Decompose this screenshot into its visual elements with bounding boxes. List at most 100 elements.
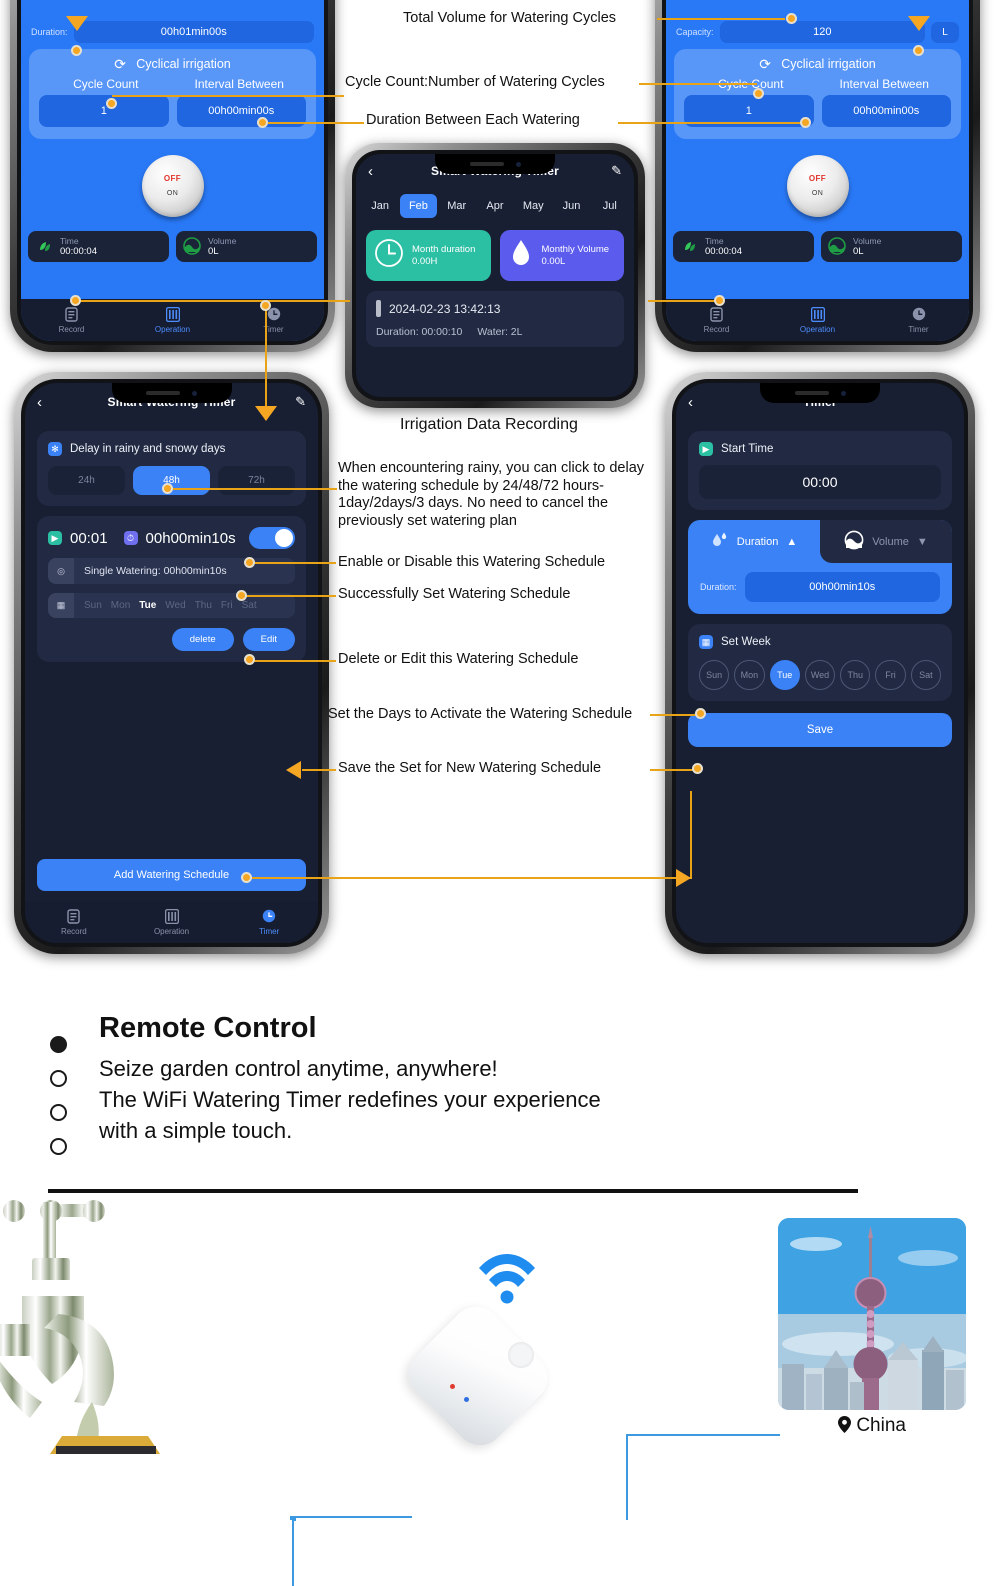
callout-line-a9-left — [302, 769, 336, 771]
month-duration-value: 0.00H — [412, 255, 438, 267]
callout-dot-save — [692, 763, 703, 774]
tab-operation-label: Operation — [153, 927, 190, 936]
week-wed[interactable]: Wed — [804, 660, 836, 691]
hub-led-blue — [464, 1397, 469, 1402]
month-feb[interactable]: Feb — [400, 194, 437, 218]
arrow-down-to-timer-screen — [255, 406, 277, 421]
tab-timer[interactable]: Timer — [223, 306, 324, 334]
delay-option-24h[interactable]: 24h — [48, 466, 125, 495]
power-knob[interactable]: OFF ON — [786, 154, 849, 217]
month-jan[interactable]: Jan — [362, 194, 398, 218]
duration-value[interactable]: 00h00min10s — [744, 572, 940, 602]
delete-button[interactable]: delete — [171, 628, 234, 651]
tab-record[interactable]: Record — [666, 306, 767, 334]
calendar-icon: ▦ — [699, 635, 713, 649]
stat-volume-value: 0L — [208, 245, 219, 257]
summary-row: Month duration 0.00H Monthly Volume 0.00… — [356, 224, 634, 281]
tab-operation[interactable]: Operation — [767, 306, 868, 334]
tabbar: Record Operation Timer — [666, 299, 969, 341]
tab-record[interactable]: Record — [21, 306, 122, 334]
cyclical-irrigation-card: Cyclical irrigation Cycle Count Interval… — [29, 49, 316, 139]
record-icon — [666, 306, 767, 322]
record-detail: Duration: 00:00:10 Water: 2L — [376, 326, 614, 338]
tab-volume[interactable]: Volume ▼ — [820, 520, 952, 563]
week-fri[interactable]: Fri — [875, 660, 906, 691]
capacity-label: Capacity: — [676, 27, 714, 37]
callout-dot-cycle-count-right — [753, 88, 764, 99]
month-jul[interactable]: Jul — [592, 194, 628, 218]
callout-line-a5 — [252, 562, 336, 564]
month-apr[interactable]: Apr — [477, 194, 513, 218]
week-thu[interactable]: Thu — [840, 660, 871, 691]
schedule-toggle[interactable] — [249, 527, 295, 549]
water-drop-icon — [508, 238, 534, 273]
toggle-knob — [275, 529, 293, 547]
rain-delay-title-row: ✻ Delay in rainy and snowy days — [48, 442, 295, 456]
timer-icon — [220, 908, 318, 924]
day-mon: Mon — [110, 600, 131, 611]
connector-hub-left-v — [292, 1516, 294, 1586]
annotation-delete-edit: Delete or Edit this Watering Schedule — [338, 651, 579, 667]
record-entry: 2024-02-23 13:42:13 Duration: 00:00:10 W… — [366, 291, 624, 347]
stat-row: Time 00:00:04 Volume 0L — [21, 230, 324, 262]
power-knob-wrap: OFF ON — [21, 139, 324, 231]
interval-value[interactable]: 00h00min00s — [821, 94, 951, 127]
knob-on-label: ON — [166, 190, 179, 198]
tab-timer[interactable]: Timer — [868, 306, 969, 334]
month-mar[interactable]: Mar — [439, 194, 475, 218]
add-watering-schedule-button[interactable]: Add Watering Schedule — [37, 859, 306, 891]
duration-body: Duration: 00h00min10s — [688, 563, 952, 614]
record-water: Water: 2L — [477, 326, 523, 338]
duration-value[interactable]: 00h01min00s — [73, 21, 314, 43]
tab-duration-label: Duration — [736, 535, 779, 548]
set-week-title-row: ▦ Set Week — [699, 635, 941, 649]
capacity-value[interactable]: 120 — [719, 21, 925, 43]
start-time-value[interactable]: 00:00 — [699, 465, 941, 499]
section-body-line2: The WiFi Watering Timer redefines your e… — [99, 1087, 601, 1113]
callout-line-add-vertical — [690, 791, 692, 879]
water-circle-icon — [182, 236, 202, 256]
front-camera — [515, 161, 521, 167]
caption-irrigation-data: Irrigation Data Recording — [400, 416, 578, 433]
callout-dot-right-cyclical — [913, 45, 924, 56]
wifi-icon — [475, 1252, 539, 1304]
section-body-line3: with a simple touch. — [99, 1118, 293, 1144]
water-circle-icon — [827, 236, 847, 256]
tab-duration[interactable]: Duration ▲ — [688, 520, 820, 563]
chevron-up-icon: ▲ — [786, 535, 798, 548]
timer-edit-screen: ‹ Timer ▶ Start Time 00:00 Duration — [676, 383, 964, 943]
month-may[interactable]: May — [515, 194, 551, 218]
month-jun[interactable]: Jun — [553, 194, 589, 218]
callout-line-a1 — [657, 18, 785, 20]
stat-time-label: Time — [60, 235, 79, 246]
week-sat[interactable]: Sat — [910, 660, 941, 691]
tab-timer[interactable]: Timer — [220, 908, 318, 936]
stat-time-value: 00:00:04 — [705, 245, 742, 257]
stat-volume-label: Volume — [208, 235, 237, 246]
week-tue[interactable]: Tue — [769, 660, 800, 691]
cyclical-header: Cyclical irrigation — [39, 57, 306, 71]
front-camera — [840, 390, 846, 396]
week-sun[interactable]: Sun — [699, 660, 730, 691]
tab-operation[interactable]: Operation — [122, 306, 223, 334]
power-knob[interactable]: OFF ON — [141, 154, 204, 217]
cyclical-title: Cyclical irrigation — [781, 57, 876, 71]
save-button[interactable]: Save — [688, 713, 952, 748]
speaker-slot — [469, 162, 504, 166]
faucet-image — [0, 1196, 211, 1462]
week-mon[interactable]: Mon — [734, 660, 765, 691]
cycle-count-value[interactable]: 1 — [39, 94, 169, 127]
rain-delay-panel: ✻ Delay in rainy and snowy days 24h 48h … — [37, 431, 306, 506]
record-icon — [25, 908, 123, 924]
delay-option-72h[interactable]: 72h — [218, 466, 295, 495]
bullet-4 — [50, 1138, 67, 1155]
tab-operation[interactable]: Operation — [123, 908, 221, 936]
callout-dot-record-right — [714, 295, 725, 306]
callout-line-a3-left — [268, 122, 364, 124]
start-time-title-row: ▶ Start Time — [699, 442, 941, 456]
tab-timer-label: Timer — [263, 325, 284, 334]
phone-bezel: ‹ Smart Watering Timer ✎ Jan Feb Mar Apr… — [352, 150, 638, 401]
schedule-mode: Single Watering: 00h00min10s — [84, 565, 227, 577]
tab-record[interactable]: Record — [25, 908, 123, 936]
edit-button[interactable]: Edit — [242, 628, 295, 651]
